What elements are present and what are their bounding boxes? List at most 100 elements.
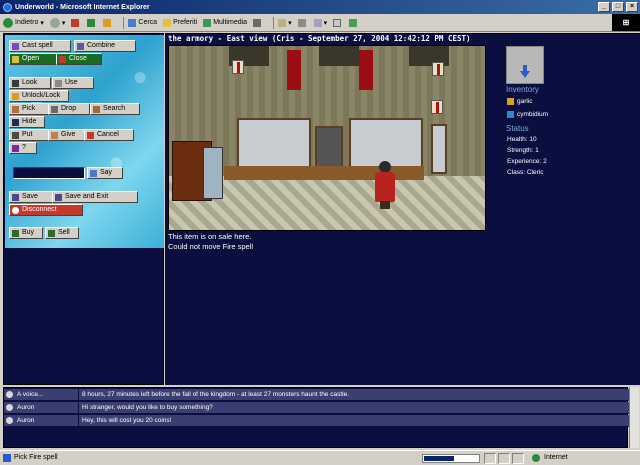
shield <box>232 60 244 74</box>
pick-button[interactable]: Pick <box>9 103 51 115</box>
window-title: Underworld - Microsoft Internet Explorer <box>15 3 150 11</box>
status-heading: Status <box>506 124 529 133</box>
back-button[interactable]: Indietro ▾ <box>3 17 44 28</box>
status-bar: Pick Fire spell Internet <box>0 450 640 465</box>
home-icon <box>103 18 112 27</box>
scene-title: the armory - East view (Cris - September… <box>168 34 471 43</box>
search-label: Cerca <box>138 19 158 26</box>
speech-icon <box>90 170 97 177</box>
speaker-icon <box>6 417 13 424</box>
banner <box>287 50 301 90</box>
speaker-icon <box>6 404 13 411</box>
page-icon <box>3 454 11 462</box>
refresh-button[interactable] <box>87 18 97 27</box>
chat-scrollbar[interactable] <box>629 387 639 448</box>
close-button[interactable]: Close <box>56 53 102 65</box>
stop-button[interactable] <box>71 18 81 27</box>
save-button[interactable]: Save <box>9 191 53 203</box>
use-button[interactable]: Use <box>52 77 94 89</box>
close-window-button[interactable]: × <box>626 2 638 12</box>
multimedia-button[interactable]: Multimedia <box>203 18 247 27</box>
chat-speaker: Auron <box>17 404 35 411</box>
discuss-icon <box>333 18 342 27</box>
inventory-slot[interactable] <box>506 46 544 84</box>
banner <box>359 50 373 90</box>
progress-fill <box>424 456 454 461</box>
media-icon <box>203 18 212 27</box>
edit-button[interactable]: ▾ <box>313 18 327 27</box>
print-icon <box>297 18 306 27</box>
windows-logo-icon: ⊞ <box>612 14 640 31</box>
search-action-button[interactable]: Search <box>90 103 140 115</box>
cancel-icon <box>87 132 94 139</box>
chat-text: 8 hours, 27 minutes left before the fall… <box>82 391 350 398</box>
mail-button[interactable]: ▾ <box>278 18 292 27</box>
back-label: Indietro <box>15 19 39 26</box>
chat-row: Auron Hi stranger, would you like to buy… <box>4 402 629 414</box>
help-icon <box>12 145 19 152</box>
maximize-button[interactable]: □ <box>612 2 624 12</box>
back-arrow-icon <box>3 17 13 28</box>
buy-button[interactable]: Buy <box>9 227 43 239</box>
strength-value: Strength: 1 <box>507 147 539 154</box>
spell-icon <box>12 43 19 50</box>
inventory-item[interactable]: garlic <box>517 98 533 105</box>
give-button[interactable]: Give <box>48 129 86 141</box>
look-button[interactable]: Look <box>9 77 51 89</box>
scene-message: This item is on sale here. <box>168 232 252 241</box>
cast-spell-button[interactable]: Cast spell <box>9 40 71 52</box>
history-icon <box>253 18 262 27</box>
game-area: the armory - East view (Cris - September… <box>165 33 640 385</box>
display-case <box>203 147 223 199</box>
inventory-item[interactable]: cymbidium <box>517 111 548 118</box>
hide-icon <box>12 119 19 126</box>
cancel-button[interactable]: Cancel <box>84 129 134 141</box>
edit-icon <box>313 18 322 27</box>
combine-icon <box>77 43 84 50</box>
print-button[interactable] <box>297 18 308 27</box>
messenger-icon <box>349 18 358 27</box>
inventory-heading: Inventory <box>506 85 539 94</box>
put-button[interactable]: Put <box>9 129 51 141</box>
shopkeeper-character[interactable] <box>374 161 396 209</box>
disconnect-button[interactable]: Disconnect <box>9 204 83 216</box>
search-button[interactable]: Cerca <box>128 18 158 27</box>
speaker-icon <box>6 391 13 398</box>
disconnect-icon <box>12 207 19 214</box>
drop-button[interactable]: Drop <box>48 103 90 115</box>
chat-text: Hey, this will cost you 20 coins! <box>82 417 172 424</box>
save-and-exit-button[interactable]: Save and Exit <box>52 191 138 203</box>
star-icon <box>163 18 172 27</box>
chat-log: A voice... 8 hours, 27 minutes left befo… <box>3 387 629 448</box>
forward-button[interactable]: ▾ <box>49 17 65 28</box>
history-button[interactable] <box>253 18 263 27</box>
weapon-display <box>431 124 447 174</box>
say-button[interactable]: Say <box>87 167 123 179</box>
sell-icon <box>48 230 55 237</box>
globe-icon <box>532 454 540 462</box>
home-button[interactable] <box>103 18 113 27</box>
key-icon <box>12 93 19 100</box>
sell-button[interactable]: Sell <box>45 227 79 239</box>
favorites-button[interactable]: Preferiti <box>163 18 197 27</box>
pick-hand-icon <box>12 106 19 113</box>
buy-icon <box>12 230 19 237</box>
mail-icon <box>278 18 287 27</box>
discuss-button[interactable] <box>333 18 343 27</box>
scene-view[interactable] <box>168 45 486 231</box>
health-value: Health: 10 <box>507 136 537 143</box>
door-open-icon <box>12 56 19 63</box>
help-button[interactable]: ? <box>9 142 37 154</box>
save-icon <box>12 194 19 201</box>
messenger-button[interactable] <box>349 18 359 27</box>
say-input[interactable] <box>13 167 85 179</box>
garlic-icon <box>507 98 514 105</box>
minimize-button[interactable]: _ <box>598 2 610 12</box>
unlock-lock-button[interactable]: Unlock/Lock <box>9 90 69 102</box>
command-panel: Cast spell Combine Open Close Look Use U… <box>3 33 164 385</box>
drop-icon <box>51 106 58 113</box>
open-button[interactable]: Open <box>9 53 57 65</box>
combine-button[interactable]: Combine <box>74 40 136 52</box>
chat-text: Hi stranger, would you like to buy somet… <box>82 404 213 411</box>
hide-button[interactable]: Hide <box>9 116 45 128</box>
